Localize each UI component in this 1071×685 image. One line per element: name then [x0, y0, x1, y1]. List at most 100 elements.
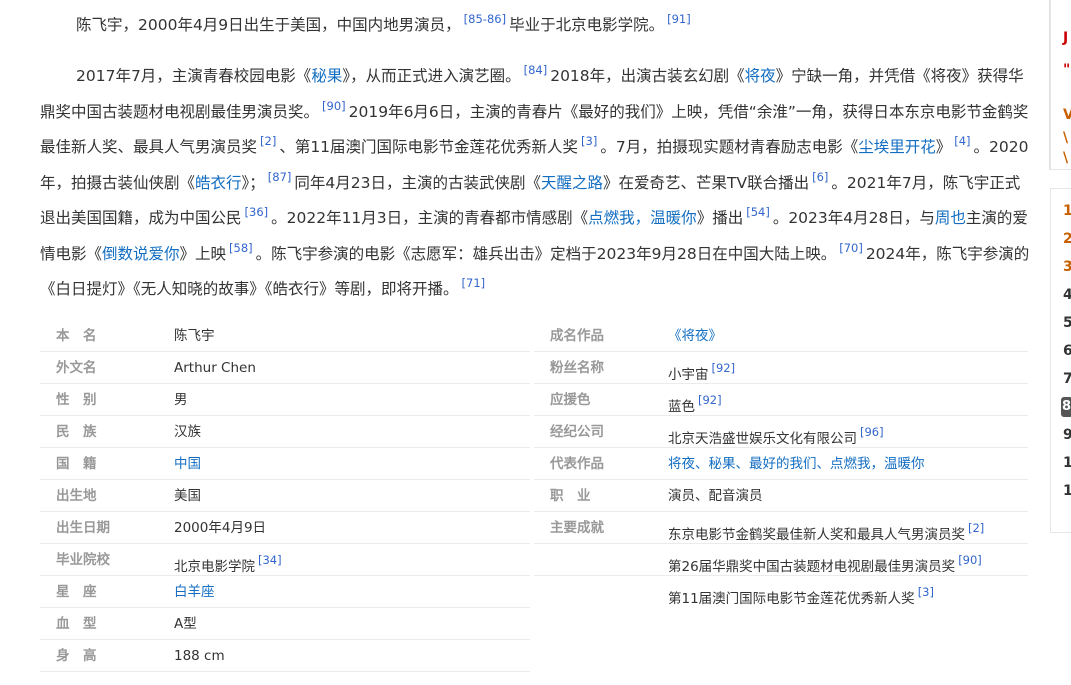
info-value: 演员、配音演员: [668, 488, 763, 504]
career-text: 》，从而正式进入演艺圈。: [342, 67, 521, 85]
info-row-ethnicity: 民 族 汉族: [40, 416, 530, 448]
info-label: 国 籍: [56, 456, 97, 472]
career-text: 。2022年11月3日，主演的青春都市情感剧《: [271, 209, 589, 227]
info-row-achievements: 主要成就 东京电影节金鹤奖最佳新人奖和最具人气男演员奖 [2]: [534, 512, 1028, 544]
reference-link[interactable]: [36]: [245, 205, 269, 219]
info-row-blood-type: 血 型 A型: [40, 608, 530, 640]
info-label: 外文名: [56, 360, 97, 376]
table-of-contents-panel: 1 2 3 4 5 6 7 8 9 1 1: [1050, 188, 1071, 533]
reference-link[interactable]: [92]: [712, 361, 736, 375]
achievement-text: 第11届澳门国际电影节金莲花优秀新人奖: [668, 591, 915, 607]
link-jiang-ye[interactable]: 将夜: [745, 67, 776, 85]
info-label: 粉丝名称: [550, 360, 604, 376]
toc-item[interactable]: 1: [1063, 203, 1071, 219]
info-row-nationality: 国 籍 中国: [40, 448, 530, 480]
reference-link[interactable]: [85-86]: [464, 12, 506, 26]
side-panel-char: J: [1063, 30, 1069, 46]
reference-link[interactable]: [3]: [918, 585, 934, 599]
info-row-birthplace: 出生地 美国: [40, 480, 530, 512]
toc-item[interactable]: 9: [1063, 427, 1071, 443]
career-text: 》: [935, 138, 952, 156]
link-mi-guo[interactable]: 秘果: [311, 67, 342, 85]
side-panel-char: V: [1063, 107, 1071, 123]
info-value: A型: [174, 616, 197, 632]
reference-link[interactable]: [4]: [954, 134, 970, 148]
nationality-link[interactable]: 中国: [174, 448, 201, 480]
reference-link[interactable]: [90]: [322, 99, 346, 113]
toc-item[interactable]: 1: [1063, 455, 1071, 471]
career-text: 2017年7月，主演青春校园电影《: [76, 67, 312, 85]
school-text: 北京电影学院: [174, 559, 255, 575]
intro-text: 毕业于北京电影学院。: [509, 16, 665, 34]
reference-link[interactable]: [70]: [839, 241, 863, 255]
reference-link[interactable]: [92]: [698, 393, 722, 407]
info-row-birthdate: 出生日期 2000年4月9日: [40, 512, 530, 544]
link-tian-xing-zhi-lu[interactable]: 天醒之路: [541, 174, 603, 192]
career-text: 同年4月23日，主演的古装武侠剧《: [294, 173, 541, 192]
article-body: 陈飞宇，2000年4月9日出生于美国，中国内地男演员， [85-86] 毕业于北京电…: [0, 0, 1048, 685]
info-row-breakout-work: 成名作品 《将夜》: [534, 320, 1028, 352]
intro-paragraph: 陈飞宇，2000年4月9日出生于美国，中国内地男演员， [85-86] 毕业于北京电…: [40, 5, 1030, 41]
toc-item-active[interactable]: 8: [1061, 397, 1071, 417]
toc-item[interactable]: 7: [1063, 371, 1071, 387]
intro-text: 陈飞宇，2000年4月9日出生于美国，中国内地男演员，: [76, 16, 461, 34]
representative-works-links[interactable]: 将夜、秘果、最好的我们、点燃我，温暖你: [668, 448, 925, 480]
info-row-achievements-2: 第26届华鼎奖中国古装题材电视剧最佳男演员奖 [90]: [534, 544, 1028, 576]
info-label: 经纪公司: [550, 424, 604, 440]
info-label: 应援色: [550, 392, 591, 408]
reference-link[interactable]: [91]: [667, 12, 691, 26]
info-value: Arthur Chen: [174, 360, 256, 376]
reference-link[interactable]: [58]: [229, 241, 253, 255]
breakout-work-link[interactable]: 《将夜》: [668, 320, 722, 352]
info-label: 身 高: [56, 648, 97, 664]
info-label: 民 族: [56, 424, 97, 440]
info-row-school: 毕业院校 北京电影学院 [34]: [40, 544, 530, 576]
info-row-achievements-3: 第11届澳门国际电影节金莲花优秀新人奖 [3]: [534, 576, 1028, 608]
reference-link[interactable]: [3]: [581, 134, 597, 148]
career-text: 2018年，出演古装玄幻剧《: [550, 67, 745, 85]
reference-link[interactable]: [90]: [958, 553, 982, 567]
link-dao-shu-shuo-ai-ni[interactable]: 倒数说爱你: [102, 245, 180, 263]
link-zhou-ye[interactable]: 周也: [935, 209, 966, 227]
info-label: 主要成就: [550, 520, 604, 536]
info-value: 2000年4月9日: [174, 520, 267, 536]
info-label: 血 型: [56, 616, 97, 632]
toc-item[interactable]: 4: [1063, 287, 1071, 303]
info-row-name: 本 名 陈飞宇: [40, 320, 530, 352]
reference-link[interactable]: [54]: [746, 205, 770, 219]
info-value: 男: [174, 392, 188, 408]
info-row-height: 身 高 188 cm: [40, 640, 530, 672]
info-label: 性 别: [56, 392, 97, 408]
reference-link[interactable]: [84]: [524, 63, 548, 77]
link-hao-yi-xing[interactable]: 皓衣行: [195, 174, 242, 192]
toc-item[interactable]: 6: [1063, 343, 1071, 359]
toc-item[interactable]: 5: [1063, 315, 1071, 331]
info-label: 代表作品: [550, 456, 604, 472]
reference-link[interactable]: [2]: [968, 521, 984, 535]
reference-link[interactable]: [71]: [462, 276, 486, 290]
reference-link[interactable]: [2]: [260, 134, 276, 148]
toc-item[interactable]: 1: [1063, 483, 1071, 499]
info-row-zodiac: 星 座 白羊座: [40, 576, 530, 608]
side-panel-char: ": [1063, 62, 1071, 78]
reference-link[interactable]: [87]: [268, 170, 292, 184]
career-text: 》；: [241, 173, 265, 192]
toc-item[interactable]: 3: [1063, 259, 1071, 275]
reference-link[interactable]: [6]: [812, 170, 828, 184]
info-row-gender: 性 别 男: [40, 384, 530, 416]
info-value: 陈飞宇: [174, 328, 215, 344]
link-chen-ai-li-kai-hua[interactable]: 尘埃里开花: [858, 138, 936, 156]
reference-link[interactable]: [96]: [860, 425, 884, 439]
reference-link[interactable]: [34]: [258, 553, 282, 567]
info-label: 星 座: [56, 584, 97, 600]
career-text: 。2023年4月28日，与: [772, 209, 935, 227]
zodiac-link[interactable]: 白羊座: [174, 576, 215, 608]
info-label: 毕业院校: [56, 552, 110, 568]
career-text: 、第11届澳门国际电影节金莲花优秀新人奖: [279, 138, 579, 156]
career-paragraph: 2017年7月，主演青春校园电影《秘果》，从而正式进入演艺圈。 [84] 2018年…: [40, 56, 1030, 305]
career-text: 。7月，拍摄现实题材青春励志电影《: [600, 138, 859, 156]
career-text: 。陈飞宇参演的电影《志愿军：雄兵出击》定档于2023年9月28日在中国大陆上映。: [255, 244, 837, 263]
fan-name-text: 小宇宙: [668, 367, 709, 383]
toc-item[interactable]: 2: [1063, 231, 1071, 247]
link-dian-ran-wo[interactable]: 点燃我，温暖你: [588, 209, 697, 227]
